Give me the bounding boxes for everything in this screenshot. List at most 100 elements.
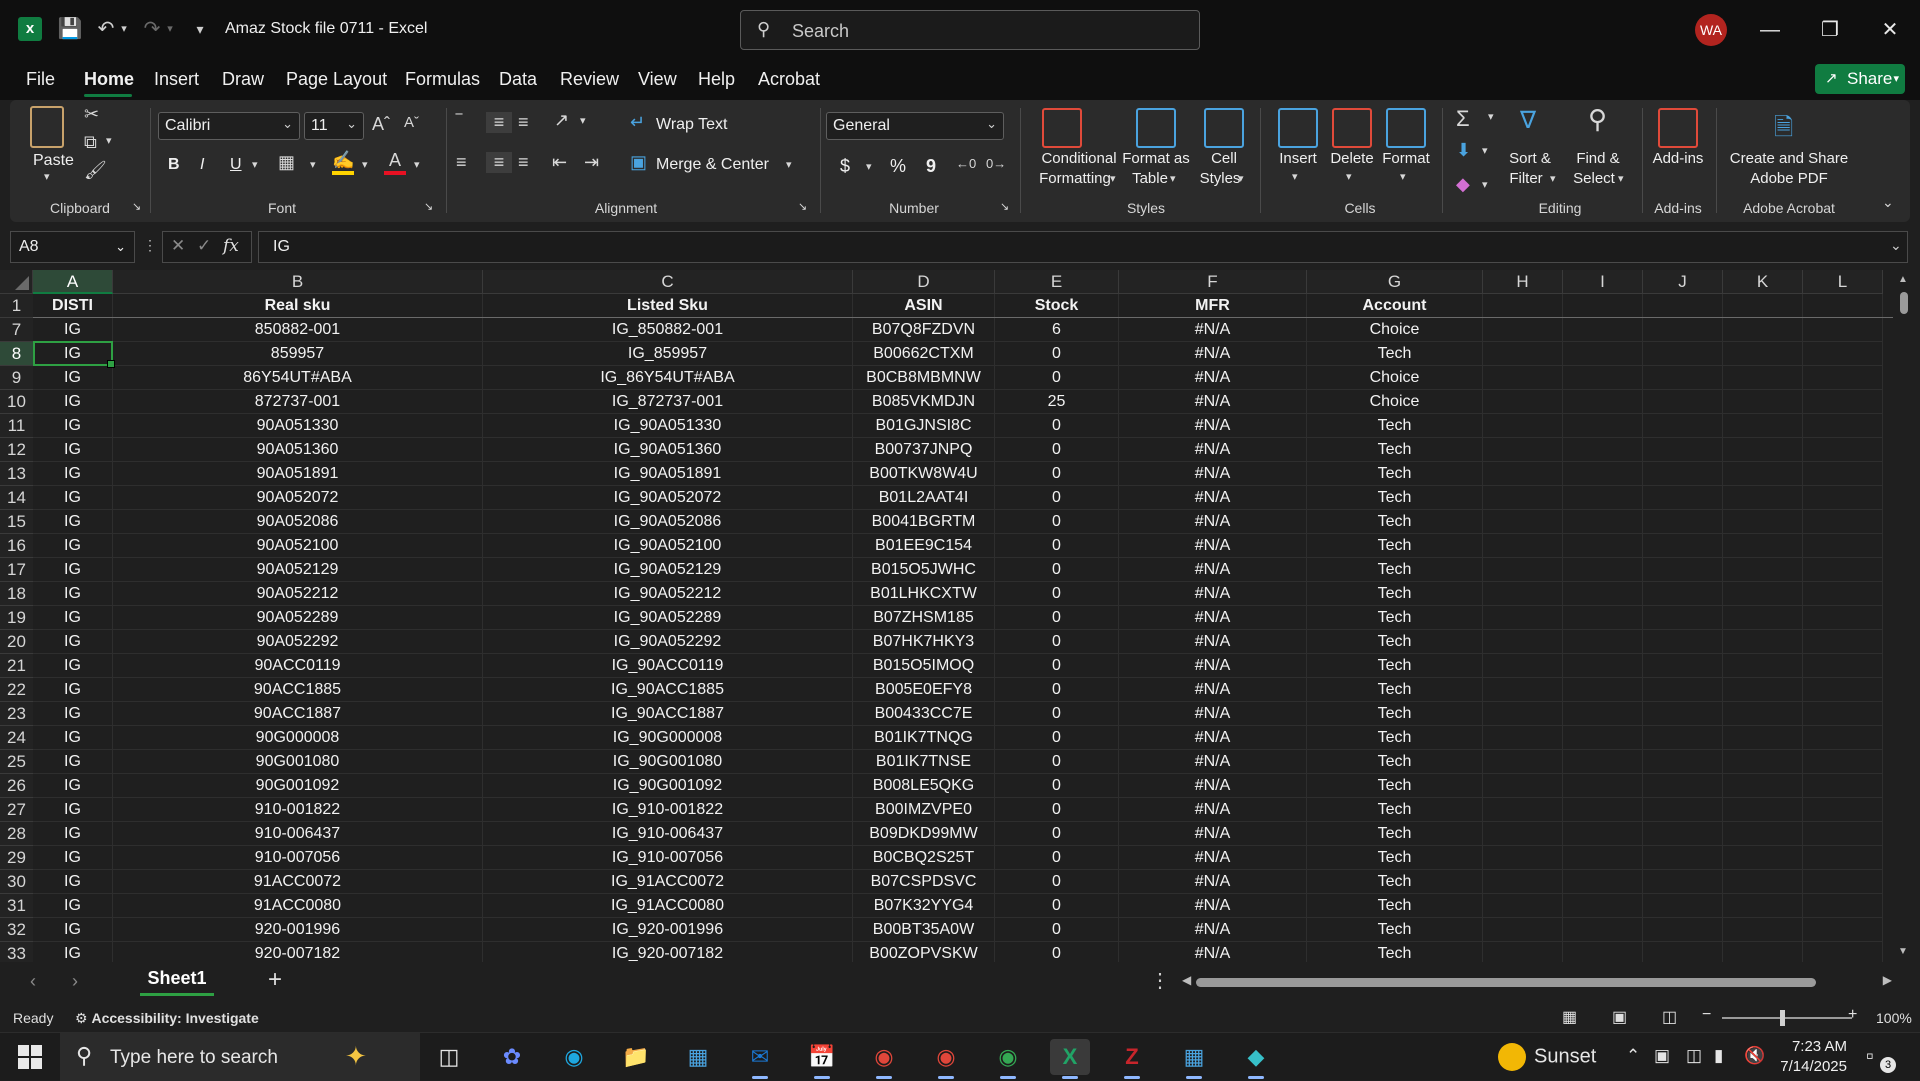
table-cell[interactable] — [1803, 390, 1883, 414]
scroll-down-icon[interactable]: ▼ — [1898, 946, 1908, 957]
table-cell[interactable] — [1483, 822, 1563, 846]
increase-font-icon[interactable]: Aˆ — [372, 114, 390, 135]
table-cell[interactable]: #N/A — [1119, 630, 1307, 654]
table-cell[interactable] — [1483, 486, 1563, 510]
row-header[interactable]: 8 — [0, 342, 33, 366]
table-cell[interactable]: 90A052289 — [113, 606, 483, 630]
table-cell[interactable] — [1483, 798, 1563, 822]
table-cell[interactable]: 25 — [995, 390, 1119, 414]
table-cell[interactable] — [1723, 822, 1803, 846]
row-header[interactable]: 17 — [0, 558, 33, 582]
table-cell[interactable]: 0 — [995, 534, 1119, 558]
copy-dropdown-icon[interactable]: ▾ — [106, 134, 112, 147]
table-cell[interactable] — [1483, 534, 1563, 558]
table-cell[interactable]: 0 — [995, 654, 1119, 678]
table-cell[interactable] — [1803, 366, 1883, 390]
table-cell[interactable]: Tech — [1307, 870, 1483, 894]
table-cell[interactable]: 90G001092 — [113, 774, 483, 798]
merge-dropdown-icon[interactable]: ▾ — [786, 158, 792, 171]
table-cell[interactable] — [1643, 558, 1723, 582]
table-cell[interactable] — [1563, 846, 1643, 870]
align-center-icon[interactable]: ≡ — [486, 152, 512, 173]
table-cell[interactable]: Tech — [1307, 414, 1483, 438]
table-cell[interactable] — [1643, 798, 1723, 822]
windows-start-icon[interactable] — [18, 1045, 42, 1069]
column-title-cell[interactable]: Listed Sku — [483, 294, 853, 318]
table-cell[interactable]: 0 — [995, 702, 1119, 726]
font-launcher-icon[interactable]: ↘ — [424, 200, 433, 213]
row-header[interactable]: 18 — [0, 582, 33, 606]
find-select-icon[interactable]: ⚲ — [1588, 104, 1607, 135]
format-dropdown-icon[interactable]: ▾ — [1400, 170, 1406, 183]
column-title-cell[interactable] — [1563, 294, 1643, 318]
insert-function-icon[interactable]: fx — [223, 236, 239, 256]
table-cell[interactable]: IG — [33, 366, 113, 390]
table-cell[interactable]: #N/A — [1119, 870, 1307, 894]
table-cell[interactable]: IG_910-007056 — [483, 846, 853, 870]
excel-taskbar-icon[interactable]: X — [1050, 1039, 1090, 1079]
column-header-k[interactable]: K — [1723, 270, 1803, 294]
table-cell[interactable]: IG — [33, 798, 113, 822]
table-cell[interactable]: 90A051330 — [113, 414, 483, 438]
row-header[interactable]: 27 — [0, 798, 33, 822]
table-cell[interactable]: 91ACC0072 — [113, 870, 483, 894]
row-header[interactable]: 13 — [0, 462, 33, 486]
table-cell[interactable] — [1803, 486, 1883, 510]
table-cell[interactable]: 90ACC1887 — [113, 702, 483, 726]
column-title-cell[interactable]: Real sku — [113, 294, 483, 318]
zoom-slider-thumb[interactable] — [1780, 1010, 1785, 1026]
table-cell[interactable]: IG_920-001996 — [483, 918, 853, 942]
scroll-right-icon[interactable]: ▶ — [1883, 973, 1892, 987]
table-cell[interactable]: IG — [33, 870, 113, 894]
table-cell[interactable]: #N/A — [1119, 726, 1307, 750]
table-cell[interactable]: B0CBQ2S25T — [853, 846, 995, 870]
table-cell[interactable] — [1803, 798, 1883, 822]
format-as-table-label-2[interactable]: Table — [1110, 170, 1190, 187]
row-header[interactable]: 33 — [0, 942, 33, 962]
table-cell[interactable]: #N/A — [1119, 414, 1307, 438]
table-cell[interactable] — [1803, 942, 1883, 962]
clear-icon[interactable]: ◆ — [1456, 174, 1470, 195]
table-cell[interactable]: 0 — [995, 774, 1119, 798]
table-cell[interactable] — [1803, 510, 1883, 534]
fill-color-icon[interactable]: ✍ — [332, 150, 354, 175]
row-header[interactable]: 11 — [0, 414, 33, 438]
table-cell[interactable]: B01EE9C154 — [853, 534, 995, 558]
table-cell[interactable]: 0 — [995, 726, 1119, 750]
table-cell[interactable] — [1803, 438, 1883, 462]
table-cell[interactable]: B00TKW8W4U — [853, 462, 995, 486]
delete-cells-label[interactable]: Delete — [1322, 150, 1382, 167]
table-cell[interactable] — [1803, 774, 1883, 798]
currency-button[interactable]: $ — [840, 156, 850, 177]
scroll-up-icon[interactable]: ▲ — [1898, 274, 1908, 285]
row-header[interactable]: 20 — [0, 630, 33, 654]
row-header[interactable]: 15 — [0, 510, 33, 534]
table-cell[interactable]: IG — [33, 726, 113, 750]
table-cell[interactable]: 90G001080 — [113, 750, 483, 774]
table-cell[interactable] — [1563, 510, 1643, 534]
table-cell[interactable]: B00433CC7E — [853, 702, 995, 726]
table-cell[interactable]: IG — [33, 774, 113, 798]
table-cell[interactable]: #N/A — [1119, 486, 1307, 510]
table-cell[interactable]: #N/A — [1119, 534, 1307, 558]
table-cell[interactable] — [1643, 534, 1723, 558]
table-cell[interactable]: #N/A — [1119, 318, 1307, 342]
table-cell[interactable] — [1723, 918, 1803, 942]
tab-help[interactable]: Help — [698, 69, 735, 90]
tab-view[interactable]: View — [638, 69, 677, 90]
sort-filter-label-1[interactable]: Sort & — [1500, 150, 1560, 167]
table-cell[interactable]: Tech — [1307, 774, 1483, 798]
table-cell[interactable]: IG_90G000008 — [483, 726, 853, 750]
table-cell[interactable]: Tech — [1307, 942, 1483, 962]
page-layout-view-icon[interactable]: ▣ — [1612, 1007, 1627, 1027]
find-select-label-2[interactable]: Select — [1564, 170, 1624, 187]
table-cell[interactable] — [1563, 870, 1643, 894]
font-color-icon[interactable]: A — [384, 150, 406, 175]
table-cell[interactable]: 920-007182 — [113, 942, 483, 962]
table-cell[interactable] — [1803, 726, 1883, 750]
italic-button[interactable]: I — [200, 156, 204, 174]
borders-icon[interactable]: ▦ — [278, 152, 295, 173]
table-cell[interactable]: IG_859957 — [483, 342, 853, 366]
table-cell[interactable] — [1803, 342, 1883, 366]
table-cell[interactable]: IG — [33, 318, 113, 342]
